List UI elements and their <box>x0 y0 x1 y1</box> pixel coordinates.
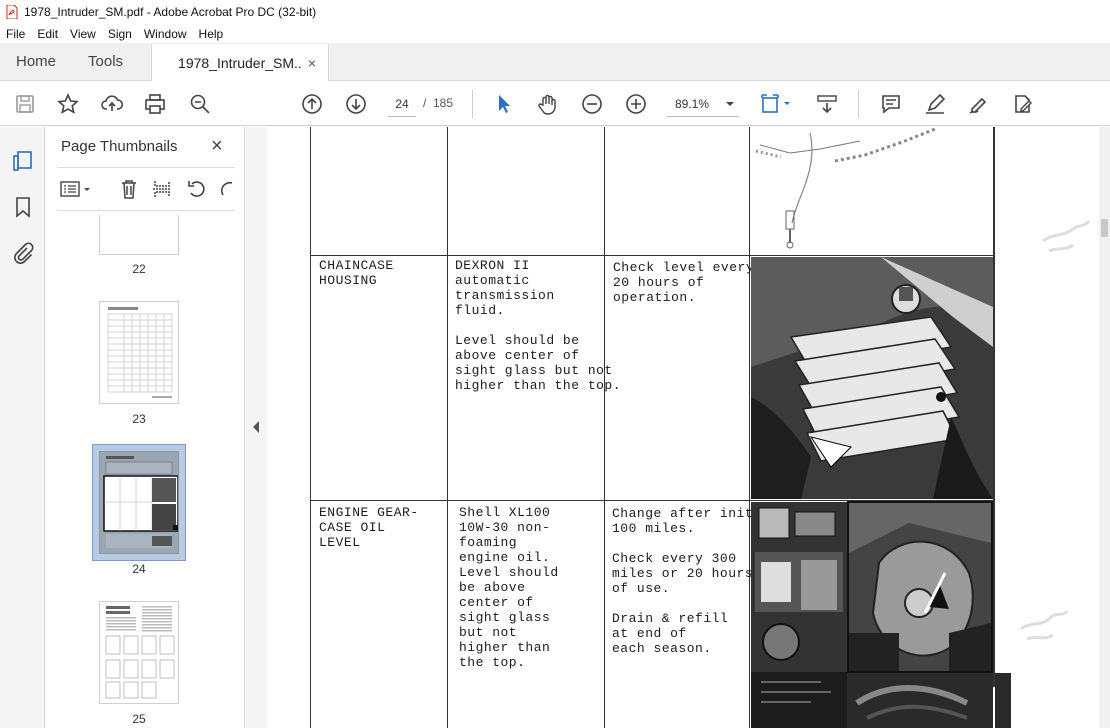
thumbnail-label: 23 <box>132 412 146 426</box>
gearcase-photo-edge <box>995 673 1011 728</box>
thumbnail-page-23[interactable] <box>99 301 179 404</box>
window-title: 1978_Intruder_SM.pdf - Adobe Acrobat Pro… <box>24 5 317 19</box>
toolbar-divider <box>858 90 859 118</box>
fill-sign-icon[interactable] <box>968 93 990 115</box>
zoom-value: 89.1% <box>675 96 710 111</box>
lubricant-cell-chaincase: DEXRON II automatic transmission fluid. … <box>455 258 622 393</box>
save-icon[interactable] <box>14 93 36 115</box>
rotate-counterclockwise-icon[interactable] <box>185 177 209 201</box>
thumbnail-page-25[interactable] <box>99 601 179 704</box>
menu-file[interactable]: File <box>6 27 25 41</box>
highlight-pen-icon[interactable] <box>924 93 946 115</box>
item-cell-chaincase: CHAINCASE HOUSING <box>319 258 394 288</box>
table-border <box>447 127 448 728</box>
tab-tools[interactable]: Tools <box>72 43 139 80</box>
menu-edit[interactable]: Edit <box>37 27 58 41</box>
navigation-rail <box>0 127 45 728</box>
document-view[interactable]: CHAINCASE HOUSING DEXRON II automatic tr… <box>267 127 1110 728</box>
thumbnail-preview <box>107 307 173 398</box>
table-border <box>993 127 995 687</box>
gearcase-photo-bottom <box>847 673 993 728</box>
document-scrollbar[interactable] <box>1099 127 1110 728</box>
table-border <box>310 255 995 256</box>
collapse-left-icon <box>253 421 259 433</box>
thumbnail-preview <box>105 606 175 699</box>
menu-help[interactable]: Help <box>199 27 224 41</box>
cable-photo <box>750 127 993 255</box>
scrollbar-thumb[interactable] <box>1101 219 1108 237</box>
zoom-in-icon[interactable] <box>625 93 647 115</box>
page-thumbnails-icon[interactable] <box>11 149 35 173</box>
edit-pdf-icon[interactable] <box>1012 93 1034 115</box>
title-bar: 1978_Intruder_SM.pdf - Adobe Acrobat Pro… <box>0 0 1110 24</box>
print-icon[interactable] <box>144 93 166 115</box>
attachments-paperclip-icon[interactable] <box>11 241 35 265</box>
chaincase-photo <box>751 257 993 499</box>
table-border <box>310 127 311 728</box>
close-tab-icon[interactable]: × <box>308 55 316 71</box>
divider <box>57 167 235 168</box>
delete-page-icon[interactable] <box>117 177 141 201</box>
options-menu-icon[interactable] <box>59 177 95 201</box>
next-page-icon[interactable] <box>345 93 367 115</box>
tab-document[interactable]: 1978_Intruder_SM.... × <box>151 44 330 81</box>
extract-pages-icon[interactable] <box>150 177 174 201</box>
tab-home[interactable]: Home <box>0 43 72 80</box>
scroll-mode-icon[interactable] <box>816 93 838 115</box>
thumbnail-list: 22 23 24 25 <box>57 215 227 728</box>
interval-cell-chaincase: Check level every 20 hours of operation. <box>613 260 755 305</box>
zoom-out-icon[interactable] <box>581 93 603 115</box>
previous-page-icon[interactable] <box>301 93 323 115</box>
scan-speckle <box>1042 220 1091 253</box>
upload-cloud-icon[interactable] <box>101 93 123 115</box>
toolbar-divider <box>472 90 473 118</box>
page-thumbnails-panel: Page Thumbnails × 22 23 24 25 <box>45 127 285 728</box>
close-panel-icon[interactable]: × <box>211 135 223 158</box>
page-fit-icon[interactable] <box>760 93 794 115</box>
thumbnail-label: 24 <box>132 562 146 576</box>
document-tab-label: 1978_Intruder_SM.... <box>178 54 302 71</box>
page-total: 185 <box>433 96 454 110</box>
gearcase-photo-left <box>751 502 847 728</box>
pdf-app-icon <box>6 5 18 19</box>
chevron-down-icon <box>726 101 734 106</box>
thumbnail-toolbar <box>57 175 237 203</box>
thumbnail-preview <box>103 456 179 548</box>
table-border <box>604 127 605 728</box>
page-number-input[interactable] <box>388 91 416 117</box>
menu-sign[interactable]: Sign <box>108 27 132 41</box>
zoom-select[interactable]: 89.1% <box>667 91 739 117</box>
bookmarks-icon[interactable] <box>11 195 35 219</box>
divider <box>57 210 235 211</box>
comment-icon[interactable] <box>880 93 902 115</box>
thumbnail-label: 25 <box>132 712 146 726</box>
tab-bar: Home Tools 1978_Intruder_SM.... × <box>0 43 1110 81</box>
bookmark-star-icon[interactable] <box>57 93 79 115</box>
gearcase-photo-right <box>847 501 993 673</box>
page-separator: / <box>423 96 427 110</box>
collapse-panel-handle[interactable] <box>245 127 267 728</box>
menu-bar: File Edit View Sign Window Help <box>0 24 1110 43</box>
panel-title: Page Thumbnails <box>61 138 178 155</box>
thumbnail-page-24[interactable] <box>99 451 179 554</box>
rotate-clockwise-icon[interactable] <box>215 177 239 201</box>
select-cursor-icon[interactable] <box>493 93 515 115</box>
item-cell-engine-gearcase: ENGINE GEAR- CASE OIL LEVEL <box>319 505 419 550</box>
thumbnail-label: 22 <box>132 262 146 276</box>
lubricant-cell-engine-gearcase: Shell XL100 10W-30 non- foaming engine o… <box>459 505 559 670</box>
menu-view[interactable]: View <box>70 27 96 41</box>
thumbnail-page-22[interactable] <box>99 215 179 255</box>
scan-speckle <box>1020 610 1069 641</box>
main-toolbar: / 185 89.1% <box>0 82 1110 126</box>
hand-tool-icon[interactable] <box>537 93 559 115</box>
find-zoom-icon[interactable] <box>189 93 211 115</box>
menu-window[interactable]: Window <box>144 27 187 41</box>
